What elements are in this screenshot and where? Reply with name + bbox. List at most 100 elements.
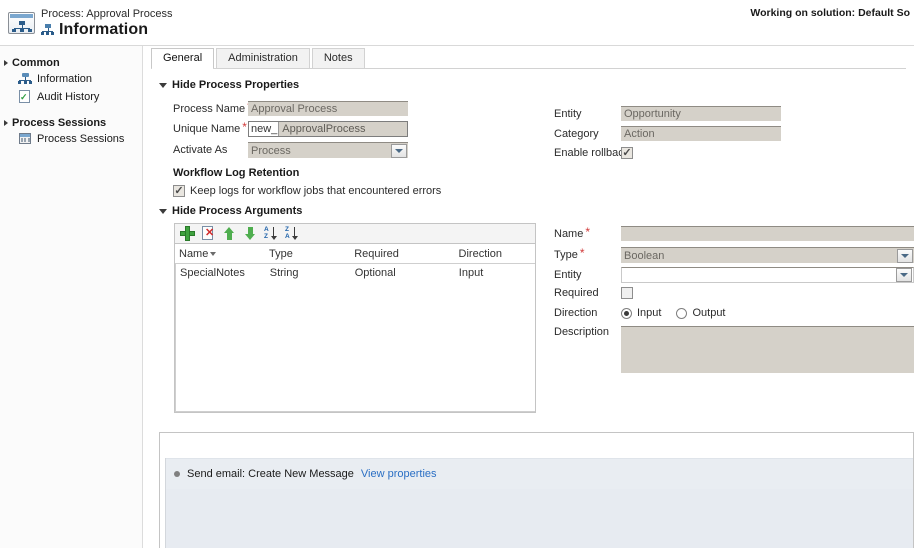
entity-label: Entity [554,107,582,120]
tab-underline [151,68,906,69]
sidebar-group-header-process-sessions[interactable]: Process Sessions [0,116,142,130]
arrow-down-icon[interactable] [243,226,258,241]
required-marker: * [585,224,591,239]
sort-az-icon[interactable]: A Z [264,226,279,241]
workflow-log-retention-label: Workflow Log Retention [173,167,300,179]
tab-strip: General Administration Notes [151,48,367,69]
process-arguments-grid: SpecialNotes String Optional Input [175,263,535,412]
unique-name-input[interactable]: new_ ApprovalProcess [248,121,408,137]
activate-as-value: Process [251,144,291,157]
keep-logs-label: Keep logs for workflow jobs that encount… [190,185,442,197]
field-row-argument-entity: Entity [554,267,914,283]
steps-panel-empty-area [160,489,913,548]
caret-right-icon [4,60,8,66]
sort-indicator-icon [210,252,217,256]
argument-description-label: Description [554,326,610,338]
page-title: Information [59,21,149,38]
section-header-process-arguments[interactable]: Hide Process Arguments [159,205,302,217]
arrow-up-icon[interactable] [222,226,237,241]
process-sessions-icon [18,132,32,146]
unique-name-prefix: new_ [249,122,280,136]
enable-rollback-checkbox[interactable]: ✓ [621,147,633,159]
chevron-down-icon[interactable] [896,268,912,282]
view-properties-link[interactable]: View properties [361,468,437,480]
enable-rollback-label: Enable rollback [554,147,630,159]
process-steps-panel: Send email: Create New Message View prop… [159,432,914,548]
activate-as-select[interactable]: Process [248,142,408,158]
field-row-unique-name: Unique Name * new_ ApprovalProcess [173,121,408,137]
sort-za-icon[interactable]: Z A [285,226,300,241]
step-bullet-icon [174,471,180,477]
column-header-direction[interactable]: Direction [455,248,535,260]
caret-right-icon [4,120,8,126]
argument-type-value: Boolean [624,249,665,262]
chevron-down-icon[interactable] [391,143,407,158]
unique-name-value: ApprovalProcess [279,122,407,136]
tab-administration[interactable]: Administration [216,48,310,68]
information-icon [18,72,32,86]
section-label: Hide Process Arguments [172,205,303,217]
field-row-enable-rollback: Enable rollback ✓ [554,147,633,159]
delete-icon[interactable]: ✕ [201,226,216,241]
sidebar-item-information[interactable]: Information [0,70,142,88]
argument-name-input[interactable] [621,226,914,241]
table-row[interactable]: SpecialNotes String Optional Input [176,264,535,281]
sidebar-group-process-sessions: Process Sessions Process Sessions [0,116,142,148]
process-icon [8,12,36,36]
column-header-type[interactable]: Type [265,248,350,260]
column-header-required[interactable]: Required [350,248,454,260]
sidebar-group-header-common[interactable]: Common [0,56,142,70]
direction-output-radio[interactable] [676,307,688,319]
caret-down-icon [159,208,167,214]
direction-input-label: Input [637,307,662,319]
sidebar: Common Information ✓ Audit History Proce… [0,46,143,548]
argument-type-select[interactable]: Boolean [621,247,914,263]
field-row-activate-as: Activate As Process [173,142,408,158]
category-input[interactable]: Action [621,126,781,141]
activate-as-label: Activate As [173,144,228,156]
category-label: Category [554,127,599,140]
sidebar-group-label: Process Sessions [12,117,107,129]
column-header-name[interactable]: Name [175,248,265,260]
cell-type: String [269,266,299,279]
title-bar: Process: Approval Process Information Wo… [0,0,914,46]
list-item[interactable]: Send email: Create New Message View prop… [160,458,913,489]
plus-icon[interactable] [180,226,195,241]
working-on-solution-label: Working on solution: Default So [750,7,910,19]
field-row-argument-type: Type * Boolean [554,247,914,263]
field-row-argument-direction: Direction Input Output [554,307,726,319]
required-marker: * [242,120,247,134]
caret-down-icon [159,82,167,88]
tab-notes[interactable]: Notes [311,48,365,68]
record-subtitle: Process: Approval Process [41,8,173,20]
cell-direction: Input [458,266,484,279]
field-row-argument-description: Description [554,326,914,373]
sidebar-item-label: Information [37,73,93,85]
direction-input-radio[interactable] [621,307,632,319]
chevron-down-icon[interactable] [897,248,913,263]
direction-output-label: Output [692,307,726,319]
sidebar-item-process-sessions[interactable]: Process Sessions [0,130,142,148]
argument-description-textarea[interactable] [621,326,914,373]
argument-entity-select[interactable] [621,267,914,283]
field-row-entity: Entity Opportunity [554,106,781,121]
tab-general[interactable]: General [151,48,215,69]
workflow-log-retention-heading: Workflow Log Retention [173,167,299,179]
audit-history-icon: ✓ [18,90,32,104]
keep-logs-checkbox[interactable]: ✓ [173,185,185,197]
main-content: General Administration Notes Hide Proces… [144,46,914,548]
steps-left-rail [160,458,166,548]
required-marker: * [579,246,585,260]
field-row-keep-logs: ✓ Keep logs for workflow jobs that encou… [173,185,441,197]
entity-input[interactable]: Opportunity [621,106,781,121]
argument-entity-label: Entity [554,269,582,281]
unique-name-label: Unique Name * [173,120,247,135]
process-arguments-column-headers: Name Type Required Direction [175,245,535,263]
field-row-category: Category Action [554,126,781,141]
process-arguments-toolbar: ✕ A Z Z A [174,223,536,244]
section-header-process-properties[interactable]: Hide Process Properties [159,79,299,91]
process-name-input[interactable]: Approval Process [248,101,408,116]
argument-direction-label: Direction [554,307,598,319]
argument-required-checkbox[interactable] [621,287,633,299]
sidebar-item-audit-history[interactable]: ✓ Audit History [0,88,142,106]
